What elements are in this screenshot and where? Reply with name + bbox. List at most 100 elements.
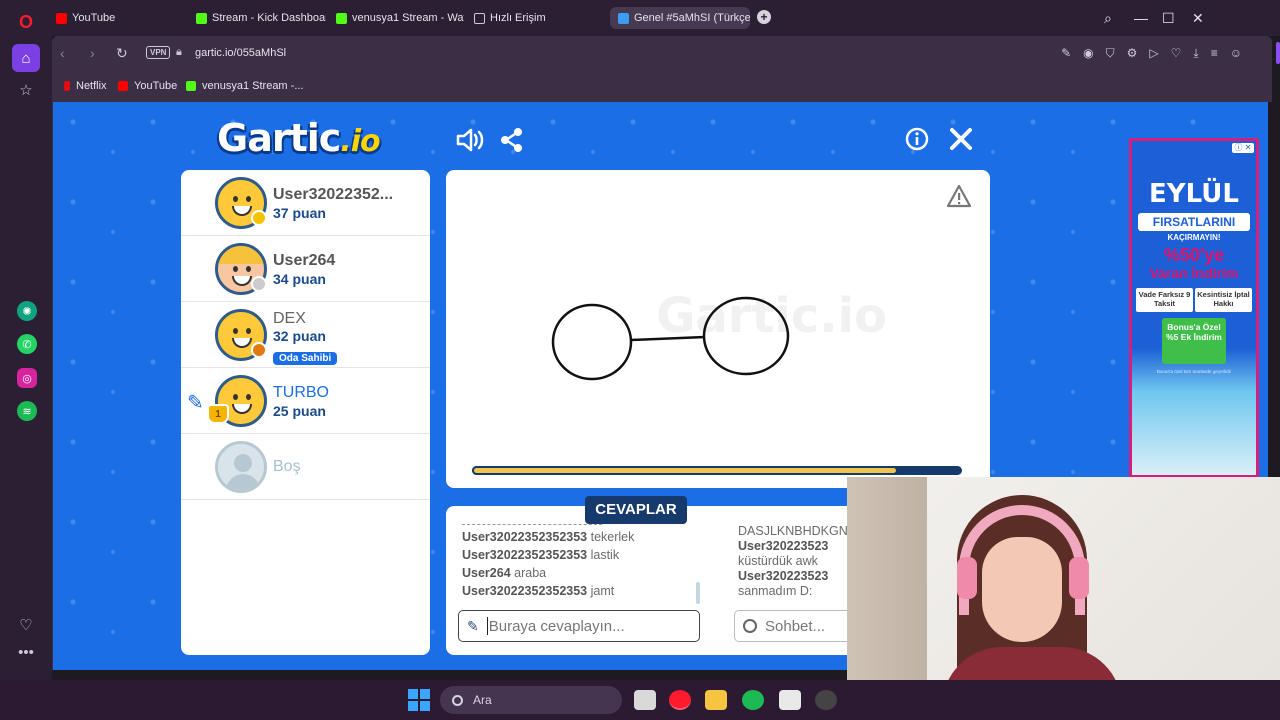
player-name: TURBO (273, 384, 329, 401)
home-icon[interactable]: ⌂ (12, 44, 40, 72)
new-tab-button[interactable]: + (757, 10, 771, 24)
heart-icon[interactable]: ♡ (1171, 46, 1182, 61)
opera-taskbar-icon[interactable] (669, 690, 691, 710)
maximize-button[interactable]: ☐ (1162, 10, 1175, 27)
store-icon[interactable] (779, 690, 801, 710)
status-badge (251, 342, 267, 358)
bookmark-label: venusya1 Stream -... (202, 80, 304, 92)
task-view-icon[interactable] (634, 690, 656, 710)
bookmark-kick[interactable]: venusya1 Stream -... (186, 80, 304, 92)
shield-icon[interactable]: ⛉ (1106, 46, 1115, 61)
bookmark-netflix[interactable]: Netflix (64, 80, 107, 92)
ad-feature-boxes: Vade Farksız 9 Taksit Kesintisiz İptal H… (1136, 288, 1252, 312)
netflix-icon (64, 81, 70, 91)
answers-list: User32022352352353 tekerlek User32022352… (462, 528, 698, 600)
list-item: User264 araba (462, 564, 698, 582)
player-points: 25 puan (273, 403, 326, 419)
tab-kick-watch[interactable]: venusya1 Stream - Watch (336, 7, 464, 29)
chat-placeholder: Sohbet... (765, 617, 826, 635)
edit-icon[interactable]: ✎ (1061, 46, 1071, 61)
chat-user: User320223523 (738, 539, 829, 553)
camera-icon[interactable]: ◉ (1083, 46, 1093, 61)
sound-icon[interactable] (455, 126, 485, 154)
tab-quick-access[interactable]: Hızlı Erişim (474, 7, 594, 29)
report-warning-icon[interactable] (946, 184, 972, 208)
instagram-icon[interactable]: ◎ (17, 368, 37, 388)
drawing-canvas[interactable]: Gartic.io (446, 170, 990, 488)
grid-icon (474, 12, 485, 24)
player-points: 34 puan (273, 271, 326, 287)
player-name: User264 (273, 252, 336, 269)
obs-icon[interactable] (815, 690, 837, 710)
minimize-button[interactable]: — (1134, 10, 1148, 26)
list-item: User32022352352353 tekerlek (462, 528, 698, 546)
download-icon[interactable]: ⤓ (1193, 46, 1198, 61)
search-icon (452, 694, 463, 706)
adchoices-icon[interactable]: ⓘ ✕ (1232, 143, 1254, 153)
answers-scrollbar[interactable] (696, 582, 700, 604)
bookmark-label: YouTube (134, 80, 178, 92)
url-field[interactable]: gartic.io/055aMhSl (195, 47, 286, 59)
tab-label: YouTube (72, 12, 116, 24)
answers-tab[interactable]: CEVAPLAR (585, 496, 687, 524)
trophy-icon: 1 (207, 404, 229, 424)
close-window-button[interactable]: ✕ (1192, 10, 1204, 27)
chat-input[interactable]: Sohbet... (734, 610, 864, 642)
status-badge (251, 276, 267, 292)
ad-title: EYLÜL (1149, 179, 1239, 209)
close-icon[interactable] (947, 124, 975, 154)
heart-icon[interactable]: ♡ (14, 613, 38, 637)
back-button[interactable]: ‹ (60, 45, 65, 61)
headset-earcup (957, 557, 977, 599)
logo-suffix: .io (340, 124, 380, 159)
bookmark-youtube[interactable]: YouTube (118, 80, 177, 92)
ad-percent-sub: Varan İndirim (1149, 265, 1239, 281)
bookmarks-bar: Netflix YouTube venusya1 Stream -... (52, 70, 1272, 102)
empty-avatar-icon (215, 441, 267, 493)
info-icon[interactable] (905, 127, 929, 151)
answer-input[interactable]: ✎ Buraya cevaplayın... (458, 610, 700, 642)
ad-bonus-card: Bonus'a Özel %5 Ek İndirim (1162, 318, 1226, 364)
tab-gartic-active[interactable]: Genel #5aMhSI (Türkçe) (610, 7, 750, 29)
tab-label: Genel #5aMhSI (Türkçe) (634, 12, 750, 24)
forward-button[interactable]: › (90, 45, 95, 61)
windows-start-icon[interactable] (408, 689, 430, 711)
advertisement[interactable]: ⓘ ✕ EYLÜL FIRSATLARINI KAÇIRMAYIN! %50'y… (1129, 138, 1259, 478)
player-points: 37 puan (273, 205, 326, 221)
vpn-badge[interactable]: VPN (146, 46, 171, 59)
player-name: DEX (273, 310, 306, 327)
kick-icon (196, 12, 207, 24)
reload-button[interactable]: ↻ (116, 45, 128, 62)
star-icon[interactable]: ☆ (14, 78, 38, 102)
spotify-taskbar-icon[interactable] (742, 690, 764, 710)
ad-box: Vade Farksız 9 Taksit (1136, 288, 1193, 312)
lock-icon[interactable]: 🔒︎ (176, 46, 182, 59)
tab-youtube[interactable]: YouTube (56, 7, 174, 29)
kick-icon (336, 12, 347, 24)
taskbar-search[interactable]: Ara (440, 686, 622, 714)
kick-icon (186, 81, 196, 91)
list-item: User32022352352353 jamt (462, 582, 698, 600)
spotify-icon[interactable]: ≋ (17, 401, 37, 421)
answer-user: User264 (462, 566, 511, 580)
file-explorer-icon[interactable] (705, 690, 727, 710)
player-row: DEX 32 puan Oda Sahibi (181, 302, 430, 368)
opera-logo-icon[interactable]: O (14, 10, 38, 34)
whatsapp-icon[interactable]: ✆ (17, 334, 37, 354)
player-row: User264 34 puan (181, 236, 430, 302)
browser-sidebar: O ⌂ ☆ ✺ ✆ ◎ ≋ ♡ ••• (0, 0, 52, 680)
play-icon[interactable]: ▷ (1149, 46, 1158, 61)
more-icon[interactable]: ••• (14, 640, 38, 664)
logo-text: Gartic (217, 116, 341, 160)
bookmark-label: Netflix (76, 80, 107, 92)
search-tabs-icon[interactable]: ⌕ (1104, 10, 1112, 27)
chatgpt-icon[interactable]: ✺ (17, 301, 37, 321)
share-icon[interactable] (499, 126, 525, 154)
tab-kick-dashboard[interactable]: Stream - Kick Dashboard (196, 7, 326, 29)
answer-text: lastik (590, 548, 620, 562)
menu-icon[interactable]: ≡ (1211, 46, 1218, 61)
profile-icon[interactable]: ☺ (1230, 46, 1242, 61)
answer-placeholder: Buraya cevaplayın... (488, 617, 625, 635)
extensions-icon[interactable]: ⚙ (1127, 46, 1138, 61)
room-owner-badge: Oda Sahibi (273, 352, 338, 365)
